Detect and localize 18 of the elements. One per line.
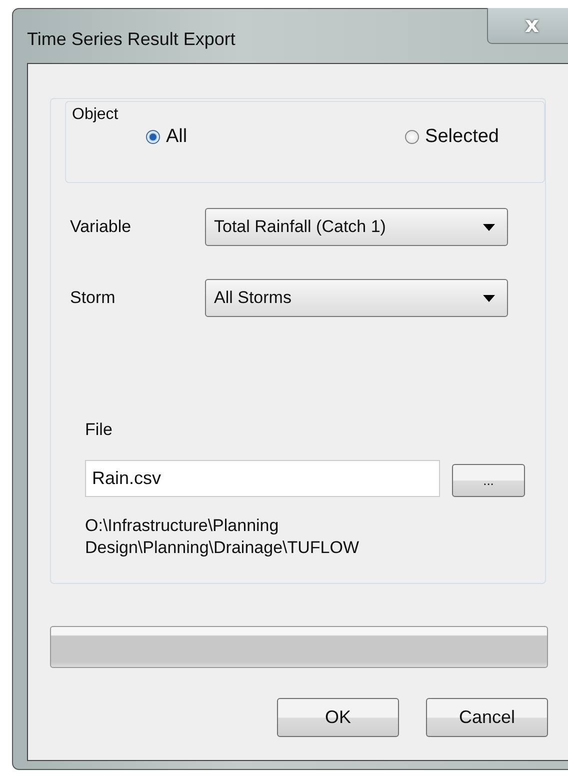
browse-button[interactable]: ... [452,464,525,497]
radio-option[interactable]: Selected [405,126,499,148]
group-label: Object [72,106,118,124]
dropdown-arrow-icon [483,294,495,302]
dropdown-arrow-icon [483,224,495,230]
radio-button[interactable] [146,130,160,144]
radio-button[interactable] [405,130,420,144]
dropdown[interactable]: All Storms [205,279,508,317]
file-path-text: O:\Infrastructure\Planning Design\Planning\Drainage\TUFLOW [85,515,360,559]
ok-button[interactable]: OK [277,698,399,737]
field-label: Variable [69,217,132,237]
cancel-button[interactable]: Cancel [426,698,548,737]
file-name-field[interactable]: Rain.csv [85,460,440,497]
radio-option[interactable]: All [146,126,188,148]
dropdown[interactable]: Total Rainfall (Catch 1) [205,208,508,246]
field-label: Storm [69,288,116,308]
field-label: File [85,420,112,440]
window-title: Time Series Result Export [27,28,236,50]
